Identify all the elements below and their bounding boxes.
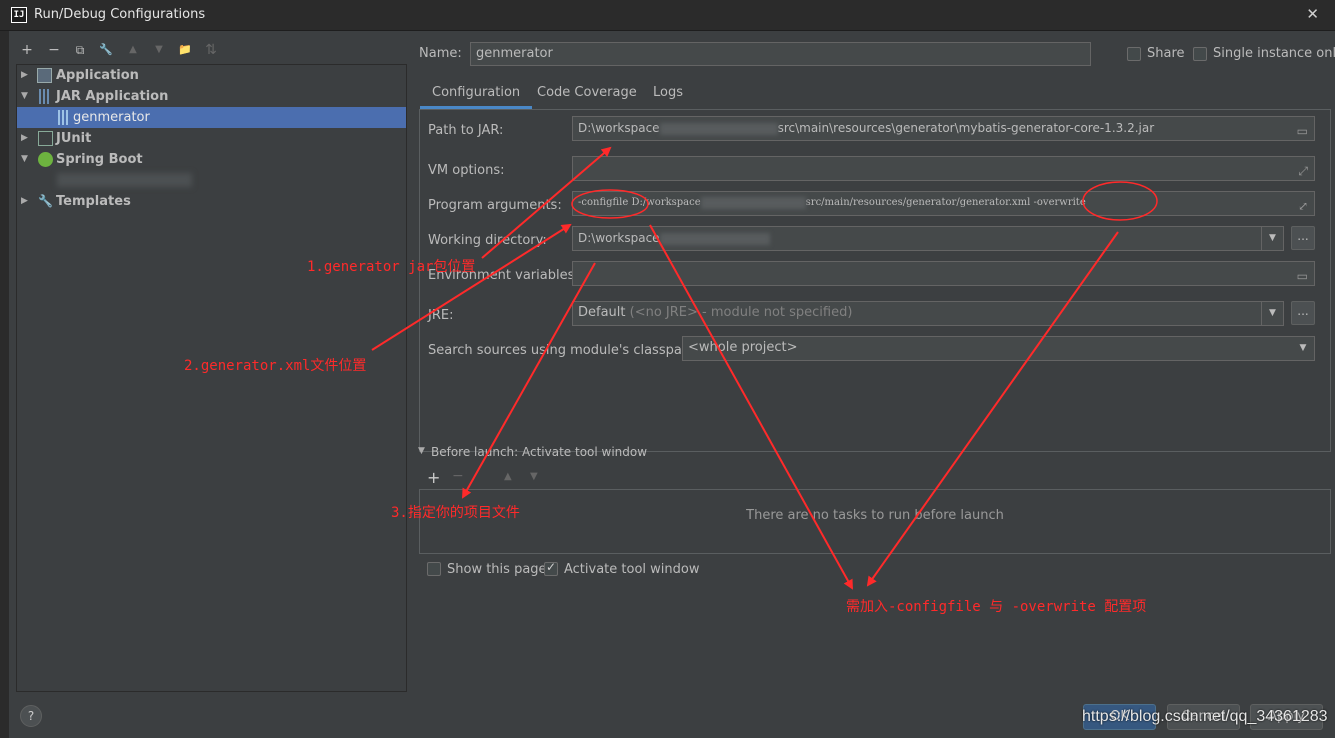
annotation-jar-location: 1.generator jar包位置 [307, 259, 476, 275]
working-directory-label: Working directory: [428, 233, 547, 248]
tree-item-label: genmerator [73, 110, 150, 125]
vm-options-label: VM options: [428, 163, 505, 178]
tab-code-coverage[interactable]: Code Coverage [525, 79, 649, 109]
environment-variables-field[interactable]: ▭ [572, 261, 1315, 286]
program-arguments-label: Program arguments: [428, 198, 562, 213]
annotation-config-options: 需加入-configfile 与 -overwrite 配置项 [846, 599, 1147, 615]
show-this-page-label: Show this page [447, 562, 547, 577]
path-to-jar-label: Path to JAR: [428, 123, 504, 138]
args-suffix: src/main/resources/generator/generator.x… [805, 197, 1086, 208]
expand-arrow-icon[interactable]: ▶ [21, 191, 31, 212]
jar-icon [39, 89, 49, 104]
add-task-icon[interactable]: + [427, 468, 440, 487]
tree-item-label: Application [56, 68, 139, 83]
tab-logs[interactable]: Logs [641, 79, 695, 109]
help-button[interactable]: ? [20, 705, 42, 727]
collapse-arrow-icon[interactable]: ▼ [21, 149, 31, 170]
tree-item-genmerator[interactable]: genmerator [17, 107, 406, 128]
program-arguments-field[interactable]: -configfile D:/workspace src/main/resourc… [572, 191, 1315, 216]
move-down-icon[interactable]: ▼ [150, 40, 168, 60]
tab-configuration[interactable]: Configuration [420, 79, 533, 109]
path-suffix: src\main\resources\generator\mybatis-gen… [777, 121, 1155, 135]
title-bar: IJ Run/Debug Configurations ✕ [0, 0, 1335, 31]
junit-icon [38, 131, 53, 146]
tree-item-label: JUnit [56, 131, 92, 146]
wrench-icon: 🔧 [38, 194, 53, 208]
expand-arrow-icon[interactable]: ▶ [21, 128, 31, 149]
before-launch-tasks-list: There are no tasks to run before launch [419, 489, 1331, 554]
csdn-watermark: https://blog.csdn.net/qq_34361283 [1082, 708, 1328, 725]
jar-icon [58, 110, 68, 125]
single-instance-label: Single instance only [1213, 46, 1335, 61]
collapse-arrow-icon[interactable]: ▼ [21, 86, 31, 107]
empty-tasks-text: There are no tasks to run before launch [746, 508, 1004, 523]
module-classpath-combo[interactable]: <whole project> ▼ [682, 336, 1315, 361]
collapse-arrow-icon[interactable]: ▼ [418, 446, 425, 456]
path-to-jar-field[interactable]: D:\workspace src\main\resources\generator… [572, 116, 1315, 141]
close-icon[interactable]: ✕ [1306, 5, 1319, 23]
share-checkbox[interactable] [1127, 47, 1141, 61]
expand-arrow-icon[interactable]: ▶ [21, 65, 31, 86]
sort-icon[interactable]: ⇅ [202, 40, 220, 60]
jre-value: Default [578, 305, 626, 320]
activate-tool-window-label: Activate tool window [564, 562, 700, 577]
tree-item-templates[interactable]: ▶ 🔧 Templates [17, 191, 406, 212]
configuration-tree: ▶ Application ▼ JAR Application genmerat… [16, 64, 407, 692]
search-sources-label: Search sources using module's classpath: [428, 343, 700, 358]
window-title: Run/Debug Configurations [34, 7, 206, 22]
editor-gutter-strip [0, 31, 9, 738]
single-instance-checkbox[interactable] [1193, 47, 1207, 61]
annotation-xml-location: 2.generator.xml文件位置 [184, 358, 367, 374]
application-icon [37, 68, 52, 83]
chevron-down-icon[interactable]: ▼ [1292, 337, 1314, 360]
chevron-down-icon[interactable]: ▼ [1261, 302, 1283, 325]
redacted-blur [700, 196, 806, 209]
remove-task-icon[interactable]: − [452, 468, 464, 484]
activate-tool-window-checkbox[interactable] [544, 560, 558, 576]
chevron-down-icon[interactable]: ▼ [1261, 227, 1283, 250]
tree-item-label: Templates [56, 194, 131, 209]
working-directory-field[interactable]: D:\workspace ▼ [572, 226, 1284, 251]
move-down-icon[interactable]: ▼ [530, 471, 538, 482]
tree-item-application[interactable]: ▶ Application [17, 65, 406, 86]
expand-icon[interactable]: ⤢ [1298, 160, 1308, 180]
folder-icon[interactable]: ▭ [1297, 265, 1308, 285]
vm-options-field[interactable]: ⤢ [572, 156, 1315, 181]
tree-item-junit[interactable]: ▶ JUnit [17, 128, 406, 149]
share-label: Share [1147, 46, 1185, 61]
show-this-page-checkbox[interactable] [427, 562, 441, 576]
path-prefix: D:\workspace [578, 121, 660, 135]
expand-icon[interactable]: ⤢ [1298, 195, 1308, 215]
before-launch-label: Before launch: Activate tool window [431, 445, 648, 459]
name-field[interactable]: genmerator [470, 42, 1091, 66]
redacted-blur [57, 173, 192, 187]
folder-icon[interactable]: 📁 [176, 40, 194, 60]
browse-jre-button[interactable]: ... [1291, 301, 1315, 325]
configuration-panel: Path to JAR: D:\workspace src\main\resour… [419, 109, 1331, 452]
add-icon[interactable]: + [18, 40, 36, 60]
tree-item-label: JAR Application [56, 89, 169, 104]
move-up-icon[interactable]: ▲ [504, 471, 512, 482]
tree-item-label: Spring Boot [56, 152, 143, 167]
redacted-blur [659, 232, 770, 245]
wrench-icon[interactable]: 🔧 [97, 40, 115, 60]
copy-icon[interactable]: ⧉ [71, 40, 89, 60]
spring-boot-icon [38, 152, 53, 167]
args-prefix: -configfile D:/workspace [578, 197, 701, 208]
move-up-icon[interactable]: ▲ [124, 40, 142, 60]
jre-combo[interactable]: Default (<no JRE> - module not specified… [572, 301, 1284, 326]
tree-item-jar-application[interactable]: ▼ JAR Application [17, 86, 406, 107]
browse-directory-button[interactable]: ... [1291, 226, 1315, 250]
remove-icon[interactable]: − [45, 40, 63, 60]
jre-hint: (<no JRE> - module not specified) [629, 305, 853, 320]
jre-label: JRE: [428, 308, 454, 323]
config-editor: Name: genmerator Share Single instance o… [408, 31, 1335, 738]
tree-item-spring-boot[interactable]: ▼ Spring Boot [17, 149, 406, 170]
folder-icon[interactable]: ▭ [1297, 120, 1308, 140]
redacted-blur [659, 122, 778, 135]
annotation-project-files: 3.指定你的项目文件 [391, 505, 520, 521]
name-label: Name: [419, 46, 462, 61]
intellij-app-icon: IJ [11, 7, 27, 23]
